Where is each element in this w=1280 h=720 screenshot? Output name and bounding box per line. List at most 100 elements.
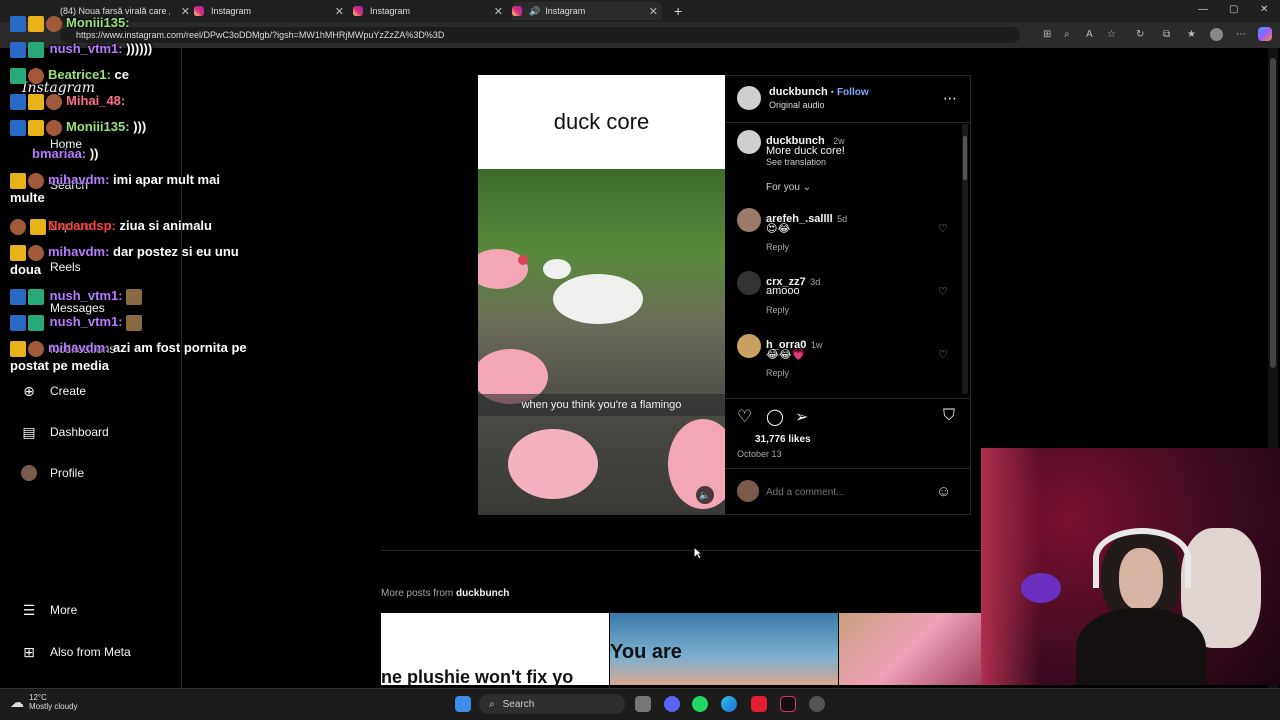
emoji-icon[interactable]: ☺ <box>936 483 951 500</box>
chat-message: nush_vtm1: )))))) <box>10 41 152 58</box>
post-thumbnail[interactable]: ne plushie won't fix yo <box>381 613 609 685</box>
author-avatar[interactable] <box>737 130 761 154</box>
chat-message: nush_vtm1: <box>10 288 144 305</box>
section-divider <box>381 550 981 551</box>
chevron-down-icon: ⌄ <box>802 182 812 193</box>
close-icon[interactable]: ✕ <box>181 5 190 18</box>
comment-icon[interactable]: ◯ <box>766 407 784 427</box>
chat-message: Moniii135: ))) <box>10 119 146 136</box>
like-comment-icon[interactable]: ♡ <box>938 348 948 361</box>
more-options-icon[interactable]: ⋯ <box>943 90 957 107</box>
like-icon[interactable]: ♡ <box>737 407 752 427</box>
read-aloud-icon[interactable]: A <box>1086 29 1093 40</box>
task-view-icon[interactable] <box>635 696 651 712</box>
post-thumbnail[interactable]: You are <box>610 613 838 685</box>
chat-message: nush_vtm1: <box>10 314 144 331</box>
save-bookmark-icon[interactable]: ⛉ <box>943 407 955 425</box>
refresh-icon[interactable]: ↻ <box>1136 29 1144 40</box>
tab-label: Instagram <box>211 6 252 16</box>
comment-text: 😍😂 <box>766 223 791 235</box>
tiktok-icon[interactable] <box>780 696 796 712</box>
app-icon[interactable] <box>751 696 767 712</box>
audio-label[interactable]: Original audio <box>769 100 825 110</box>
comment-text: amooo <box>766 285 800 297</box>
maximize-button[interactable]: ▢ <box>1229 4 1238 15</box>
like-comment-icon[interactable]: ♡ <box>938 222 948 235</box>
commenter-avatar[interactable] <box>737 334 761 358</box>
sidebar-item-create[interactable]: ⊕ Create <box>20 382 86 400</box>
favorites-icon[interactable]: ★ <box>1187 29 1196 40</box>
scrollbar-thumb[interactable] <box>963 136 967 180</box>
chat-message: Mihai_48: <box>10 93 125 110</box>
chat-message: postat pe media <box>10 358 109 373</box>
commenter-avatar[interactable] <box>737 271 761 295</box>
copilot-icon[interactable] <box>1258 27 1272 41</box>
duck-shape <box>553 274 643 324</box>
edge-icon[interactable] <box>721 696 737 712</box>
new-tab-button[interactable]: + <box>674 2 682 20</box>
like-comment-icon[interactable]: ♡ <box>938 285 948 298</box>
post-header: duckbunch • Follow <box>769 86 869 98</box>
chat-message: Moniii135: <box>10 15 130 32</box>
mute-button[interactable]: 🔈 <box>696 486 714 504</box>
sidebar-item-also-from-meta[interactable]: ⊞ Also from Meta <box>20 643 131 661</box>
thumbnail-text: You are <box>610 641 682 663</box>
taskbar-search[interactable]: ⌕ Search <box>479 694 625 714</box>
spotify-icon[interactable] <box>692 696 708 712</box>
more-posts-heading: More posts from duckbunch <box>381 588 510 599</box>
caption-text: More duck core! <box>766 145 845 157</box>
likes-count[interactable]: 31,776 likes <box>755 434 811 445</box>
share-icon[interactable]: ➢ <box>795 407 808 427</box>
post-thumbnail[interactable] <box>839 613 981 685</box>
follow-button[interactable]: Follow <box>837 87 869 98</box>
commenter-avatar[interactable] <box>737 208 761 232</box>
close-icon[interactable]: ✕ <box>494 5 503 18</box>
chat-message: mihavdm: imi apar mult mai <box>10 172 220 189</box>
cloud-icon: ☁ <box>10 693 24 710</box>
profile-avatar-icon[interactable] <box>1210 28 1223 41</box>
url-field[interactable]: https://www.instagram.com/reel/DPwC3oDDM… <box>60 27 1020 43</box>
extensions-icon[interactable]: ⧉ <box>1163 29 1170 40</box>
sidebar-item-profile[interactable]: Profile <box>20 464 84 482</box>
comment-filter[interactable]: For you ⌄ <box>766 182 811 193</box>
app-icon[interactable]: ⊞ <box>1043 29 1051 40</box>
sidebar-item-more[interactable]: ☰ More <box>20 601 78 619</box>
tab-label: Instagram <box>370 6 411 16</box>
add-comment-input[interactable] <box>766 483 926 501</box>
chat-message: Beatrice1: ce <box>10 67 129 84</box>
weather-widget[interactable]: ☁ 12°C Mostly cloudy <box>10 693 77 711</box>
more-posts-user[interactable]: duckbunch <box>456 588 509 599</box>
browser-tab-bar: (84) Noua farsă virală care „îl goli ✕ I… <box>0 0 1280 22</box>
reply-button[interactable]: Reply <box>766 368 789 378</box>
window-close-button[interactable]: ✕ <box>1260 4 1268 15</box>
favorite-star-icon[interactable]: ☆ <box>1107 29 1116 40</box>
my-avatar <box>737 480 759 502</box>
sidebar-item-dashboard[interactable]: ▤ Dashboard <box>20 423 108 441</box>
reply-button[interactable]: Reply <box>766 242 789 252</box>
tab-instagram-2[interactable]: Instagram ✕ <box>353 2 503 20</box>
comment-text: 😂😂💗 <box>766 349 806 361</box>
profile-icon <box>20 464 38 482</box>
author-avatar[interactable] <box>737 86 761 110</box>
flamingo-shape <box>508 429 598 499</box>
see-translation-link[interactable]: See translation <box>766 157 826 167</box>
page-scrollbar-thumb[interactable] <box>1270 58 1276 368</box>
reel-video[interactable]: duck core when you think you're a flamin… <box>478 75 725 515</box>
discord-icon[interactable] <box>664 696 680 712</box>
tab-instagram-1[interactable]: Instagram ✕ <box>194 2 344 20</box>
minimize-button[interactable]: — <box>1198 4 1208 15</box>
sidebar-item-reels[interactable]: Reels <box>50 260 81 274</box>
app-icon[interactable] <box>809 696 825 712</box>
chat-message: multe <box>10 190 45 205</box>
post-date: October 13 <box>737 449 782 459</box>
reply-button[interactable]: Reply <box>766 305 789 315</box>
chat-message: bmariaa: )) <box>32 146 99 161</box>
zoom-icon[interactable]: ⌕ <box>1064 29 1070 40</box>
close-icon[interactable]: ✕ <box>335 5 344 18</box>
author-username[interactable]: duckbunch <box>769 86 828 98</box>
windows-start-icon[interactable] <box>455 696 471 712</box>
tab-instagram-active[interactable]: 🔊 Instagram ✕ <box>512 2 662 20</box>
close-icon[interactable]: ✕ <box>649 5 658 18</box>
video-frame: when you think you're a flamingo <box>478 169 725 515</box>
more-options-icon[interactable]: ⋯ <box>1236 29 1246 40</box>
